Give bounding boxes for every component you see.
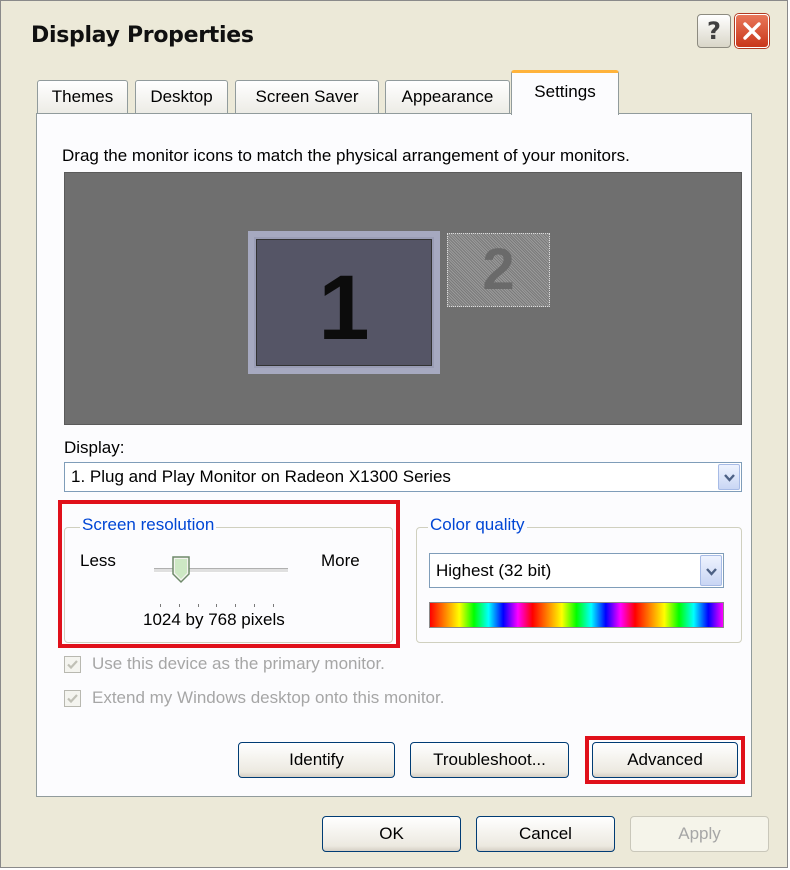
help-button[interactable]: ? [697,14,731,48]
resolution-slider-thumb[interactable] [171,556,191,584]
color-spectrum-bar [429,602,724,628]
monitor-2-number: 2 [482,237,515,302]
extend-desktop-label: Extend my Windows desktop onto this moni… [92,688,445,707]
display-select-arrow[interactable] [718,464,740,490]
slider-tick [160,604,161,607]
title-bar[interactable]: Display Properties ? [1,1,787,67]
tab-themes[interactable]: Themes [37,80,128,114]
display-label: Display: [64,438,125,457]
troubleshoot-button[interactable]: Troubleshoot... [410,742,569,778]
slider-tick [216,604,217,607]
less-label: Less [80,551,116,570]
slider-tick [273,604,274,607]
color-quality-value: Highest (32 bit) [436,561,552,580]
primary-monitor-label: Use this device as the primary monitor. [92,654,385,673]
identify-button[interactable]: Identify [238,742,395,778]
monitor-1-number: 1 [318,257,370,359]
close-button[interactable] [735,14,769,48]
slider-tick [198,604,199,607]
monitor-1-icon[interactable]: 1 [248,231,440,374]
primary-monitor-checkbox[interactable] [64,656,81,673]
resolution-value: 1024 by 768 pixels [143,610,285,629]
color-quality-select[interactable]: Highest (32 bit) [429,553,724,588]
checkmark-icon [67,694,78,704]
monitor-1-screen: 1 [256,239,432,366]
slider-tick [179,604,180,607]
display-select[interactable]: 1. Plug and Play Monitor on Radeon X1300… [64,462,742,492]
checkmark-icon [67,660,78,670]
advanced-button[interactable]: Advanced [592,742,738,778]
color-quality-title: Color quality [428,515,527,535]
close-icon [743,22,761,40]
extend-desktop-checkbox[interactable] [64,690,81,707]
chevron-down-icon [724,474,735,482]
slider-tick [235,604,236,607]
tab-desktop[interactable]: Desktop [135,80,228,114]
apply-button[interactable]: Apply [630,816,769,852]
display-select-value: 1. Plug and Play Monitor on Radeon X1300… [71,467,451,486]
tab-screen-saver[interactable]: Screen Saver [235,80,379,114]
cancel-button[interactable]: Cancel [476,816,615,852]
screen-resolution-title: Screen resolution [80,515,217,535]
color-quality-arrow[interactable] [700,555,722,586]
window-title: Display Properties [31,23,254,48]
tab-settings[interactable]: Settings [511,70,619,115]
monitor-2-icon[interactable]: 2 [447,233,550,307]
tab-appearance[interactable]: Appearance [385,80,510,114]
slider-tick [254,604,255,607]
instruction-text: Drag the monitor icons to match the phys… [62,146,630,165]
ok-button[interactable]: OK [322,816,461,852]
more-label: More [321,551,360,570]
chevron-down-icon [706,568,717,576]
